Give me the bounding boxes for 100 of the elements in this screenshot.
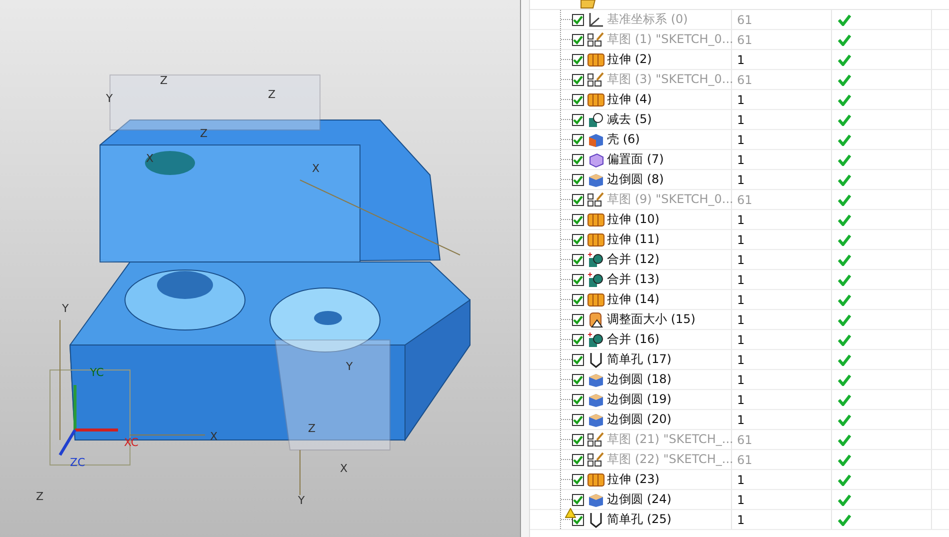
book-icon [587,92,605,108]
checkbox[interactable] [572,294,584,306]
sketch-icon [587,72,605,88]
axis-label: Z [36,490,44,504]
checkbox[interactable] [572,194,584,206]
axis-label: Y [298,494,305,508]
book-icon [587,292,605,308]
cube-icon [587,412,605,428]
feature-name: 边倒圆 (19) [607,391,672,408]
checkbox[interactable] [572,454,584,466]
sketch-icon [587,32,605,48]
feature-row[interactable]: 拉伸 (23) 1 [530,470,949,490]
feature-row[interactable]: 拉伸 (11) 1 [530,230,949,250]
feature-row[interactable]: 拉伸 (2) 1 [530,50,949,70]
folder-icon [580,0,596,9]
feature-row[interactable]: 边倒圆 (19) 1 [530,390,949,410]
feature-name: 合并 (13) [607,271,660,288]
layer-number: 61 [737,32,752,46]
feature-row[interactable]: 调整面大小 (15) 1 [530,310,949,330]
layer-number: 1 [737,372,745,386]
checkbox[interactable] [572,94,584,106]
cube-icon [587,492,605,508]
checkbox[interactable] [572,154,584,166]
checkbox[interactable] [572,174,584,186]
feature-name: 合并 (12) [607,251,660,268]
checkbox[interactable] [572,134,584,146]
panel-splitter[interactable] [520,0,530,537]
sketch-icon [587,192,605,208]
checkbox[interactable] [572,314,584,326]
feature-row[interactable]: 壳 (6) 1 [530,130,949,150]
feature-row[interactable]: 合并 (12) 1 [530,250,949,270]
shapes-icon [587,112,605,128]
feature-row[interactable]: 简单孔 (25) 1 [530,510,949,530]
layer-number: 1 [737,312,745,326]
axis-label: Z [268,88,276,102]
axis-label: X [210,430,218,444]
feature-name: 拉伸 (11) [607,231,660,248]
feature-name: 拉伸 (4) [607,91,652,108]
checkbox[interactable] [572,54,584,66]
layer-number: 1 [737,252,745,266]
checkbox[interactable] [572,374,584,386]
layer-number: 1 [737,172,745,186]
cube-icon [587,132,605,148]
cube-icon [587,372,605,388]
feature-name: 边倒圆 (8) [607,171,664,188]
layer-number: 61 [737,192,752,206]
feature-row[interactable]: 边倒圆 (18) 1 [530,370,949,390]
checkbox[interactable] [572,274,584,286]
checkbox[interactable] [572,14,584,26]
feature-row[interactable]: 减去 (5) 1 [530,110,949,130]
checkbox[interactable] [572,494,584,506]
layer-number: 1 [737,512,745,526]
layer-number: 61 [737,72,752,86]
checkbox[interactable] [572,394,584,406]
layer-number: 1 [737,332,745,346]
feature-row[interactable]: 拉伸 (14) 1 [530,290,949,310]
axis-label: Z [200,127,208,141]
checkbox[interactable] [572,254,584,266]
axis-label: X [146,152,154,166]
feature-row[interactable]: 偏置面 (7) 1 [530,150,949,170]
checkbox[interactable] [572,354,584,366]
feature-name: 草图 (1) "SKETCH_0... [607,31,734,48]
feature-name: 拉伸 (23) [607,471,660,488]
feature-name: 壳 (6) [607,131,640,148]
checkbox[interactable] [572,474,584,486]
layer-number: 1 [737,472,745,486]
feature-row[interactable]: 简单孔 (17) 1 [530,350,949,370]
shapes-icon [587,332,605,348]
feature-name: 草图 (9) "SKETCH_0... [607,191,734,208]
checkbox[interactable] [572,434,584,446]
axis-label: Y [62,302,69,316]
feature-row[interactable]: 拉伸 (4) 1 [530,90,949,110]
checkbox[interactable] [572,114,584,126]
checkbox[interactable] [572,234,584,246]
layer-number: 61 [737,12,752,26]
layer-number: 1 [737,152,745,166]
feature-name: 偏置面 (7) [607,151,664,168]
feature-name: 简单孔 (17) [607,351,672,368]
checkbox[interactable] [572,34,584,46]
layer-number: 1 [737,212,745,226]
feature-row[interactable]: 边倒圆 (20) 1 [530,410,949,430]
checkbox[interactable] [572,214,584,226]
checkbox[interactable] [572,334,584,346]
cylinder-icon [587,312,605,328]
checkbox[interactable] [572,74,584,86]
feature-row[interactable]: 合并 (13) 1 [530,270,949,290]
feature-name: 拉伸 (2) [607,51,652,68]
layer-number: 1 [737,492,745,506]
feature-row[interactable]: 边倒圆 (8) 1 [530,170,949,190]
layer-number: 1 [737,112,745,126]
feature-row[interactable]: 拉伸 (10) 1 [530,210,949,230]
feature-row[interactable]: 边倒圆 (24) 1 [530,490,949,510]
feature-name: 调整面大小 (15) [607,311,696,328]
sketch-icon [587,432,605,448]
axis-label: Y [346,360,353,374]
book-icon [587,52,605,68]
checkbox[interactable] [572,414,584,426]
feature-row[interactable]: 合并 (16) 1 [530,330,949,350]
axis-label: X [312,162,320,176]
checkbox[interactable] [572,514,584,526]
